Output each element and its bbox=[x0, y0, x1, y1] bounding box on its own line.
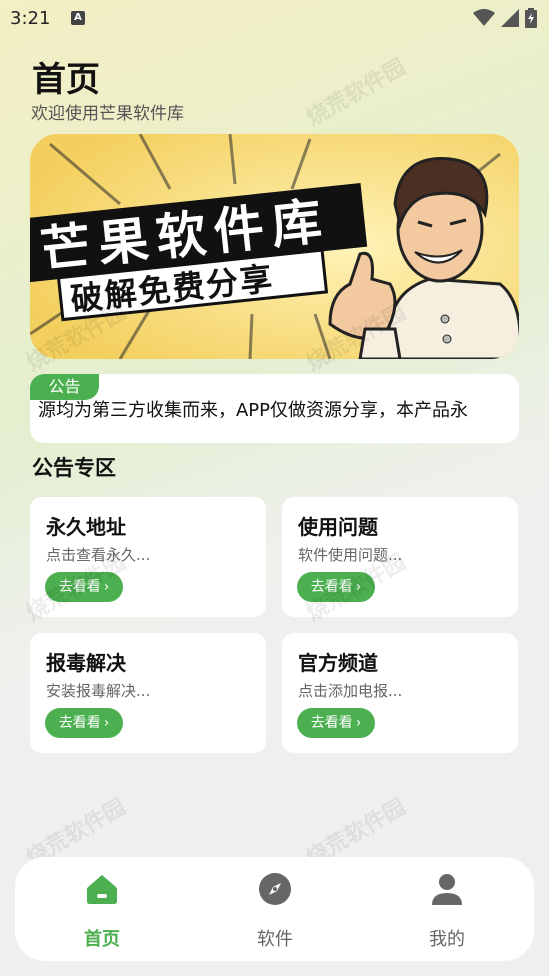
card-usage-issues[interactable]: 使用问题 软件使用问题... 去看看 › bbox=[282, 497, 518, 617]
nav-mine[interactable]: 我的 bbox=[387, 857, 507, 961]
card-description: 安装报毒解决... bbox=[46, 682, 151, 700]
nav-label: 首页 bbox=[84, 929, 120, 950]
wifi-icon bbox=[473, 9, 495, 26]
page-subtitle: 欢迎使用芒果软件库 bbox=[31, 104, 184, 124]
chevron-right-icon: › bbox=[103, 715, 110, 731]
promo-banner[interactable]: 芒果软件库 破解免费分享 bbox=[30, 134, 519, 359]
card-title: 报毒解决 bbox=[46, 651, 126, 675]
page-title: 首页 bbox=[32, 60, 100, 100]
announcement-bar[interactable]: 公告 源均为第三方收集而来，APP仅做资源分享，本产品永 bbox=[30, 374, 519, 443]
chevron-right-icon: › bbox=[103, 579, 110, 595]
section-title: 公告专区 bbox=[32, 456, 116, 480]
card-title: 永久地址 bbox=[46, 515, 126, 539]
keyboard-indicator-icon: A bbox=[71, 11, 85, 25]
status-time: 3:21 bbox=[10, 8, 51, 29]
view-button[interactable]: 去看看 › bbox=[297, 572, 375, 602]
nav-home[interactable]: 首页 bbox=[42, 857, 162, 961]
card-permanent-address[interactable]: 永久地址 点击查看永久... 去看看 › bbox=[30, 497, 266, 617]
card-description: 软件使用问题... bbox=[298, 546, 403, 564]
chevron-right-icon: › bbox=[355, 715, 362, 731]
user-icon bbox=[432, 874, 462, 905]
announcement-text: 源均为第三方收集而来，APP仅做资源分享，本产品永 bbox=[38, 400, 469, 421]
card-title: 官方频道 bbox=[298, 651, 378, 675]
nav-software[interactable]: 软件 bbox=[215, 857, 335, 961]
card-virus-report-fix[interactable]: 报毒解决 安装报毒解决... 去看看 › bbox=[30, 633, 266, 753]
view-button-label: 去看看 bbox=[310, 579, 353, 595]
card-description: 点击添加电报... bbox=[298, 682, 403, 700]
nav-label: 我的 bbox=[429, 929, 465, 950]
bottom-nav: 首页 软件 我的 bbox=[15, 857, 534, 961]
view-button[interactable]: 去看看 › bbox=[45, 572, 123, 602]
status-bar: 3:21 A bbox=[0, 0, 549, 36]
signal-icon bbox=[501, 9, 519, 27]
view-button-label: 去看看 bbox=[58, 579, 101, 595]
compass-icon bbox=[259, 873, 291, 905]
home-icon bbox=[87, 875, 117, 904]
view-button[interactable]: 去看看 › bbox=[297, 708, 375, 738]
watermark: 烧荒软件园 bbox=[302, 54, 411, 132]
view-button[interactable]: 去看看 › bbox=[45, 708, 123, 738]
chevron-right-icon: › bbox=[355, 579, 362, 595]
view-button-label: 去看看 bbox=[58, 715, 101, 731]
battery-icon bbox=[525, 8, 537, 28]
card-description: 点击查看永久... bbox=[46, 546, 151, 564]
nav-label: 软件 bbox=[257, 929, 293, 950]
banner-artwork: 芒果软件库 破解免费分享 bbox=[30, 134, 519, 359]
card-official-channel[interactable]: 官方频道 点击添加电报... 去看看 › bbox=[282, 633, 518, 753]
card-title: 使用问题 bbox=[298, 515, 378, 539]
view-button-label: 去看看 bbox=[310, 715, 353, 731]
